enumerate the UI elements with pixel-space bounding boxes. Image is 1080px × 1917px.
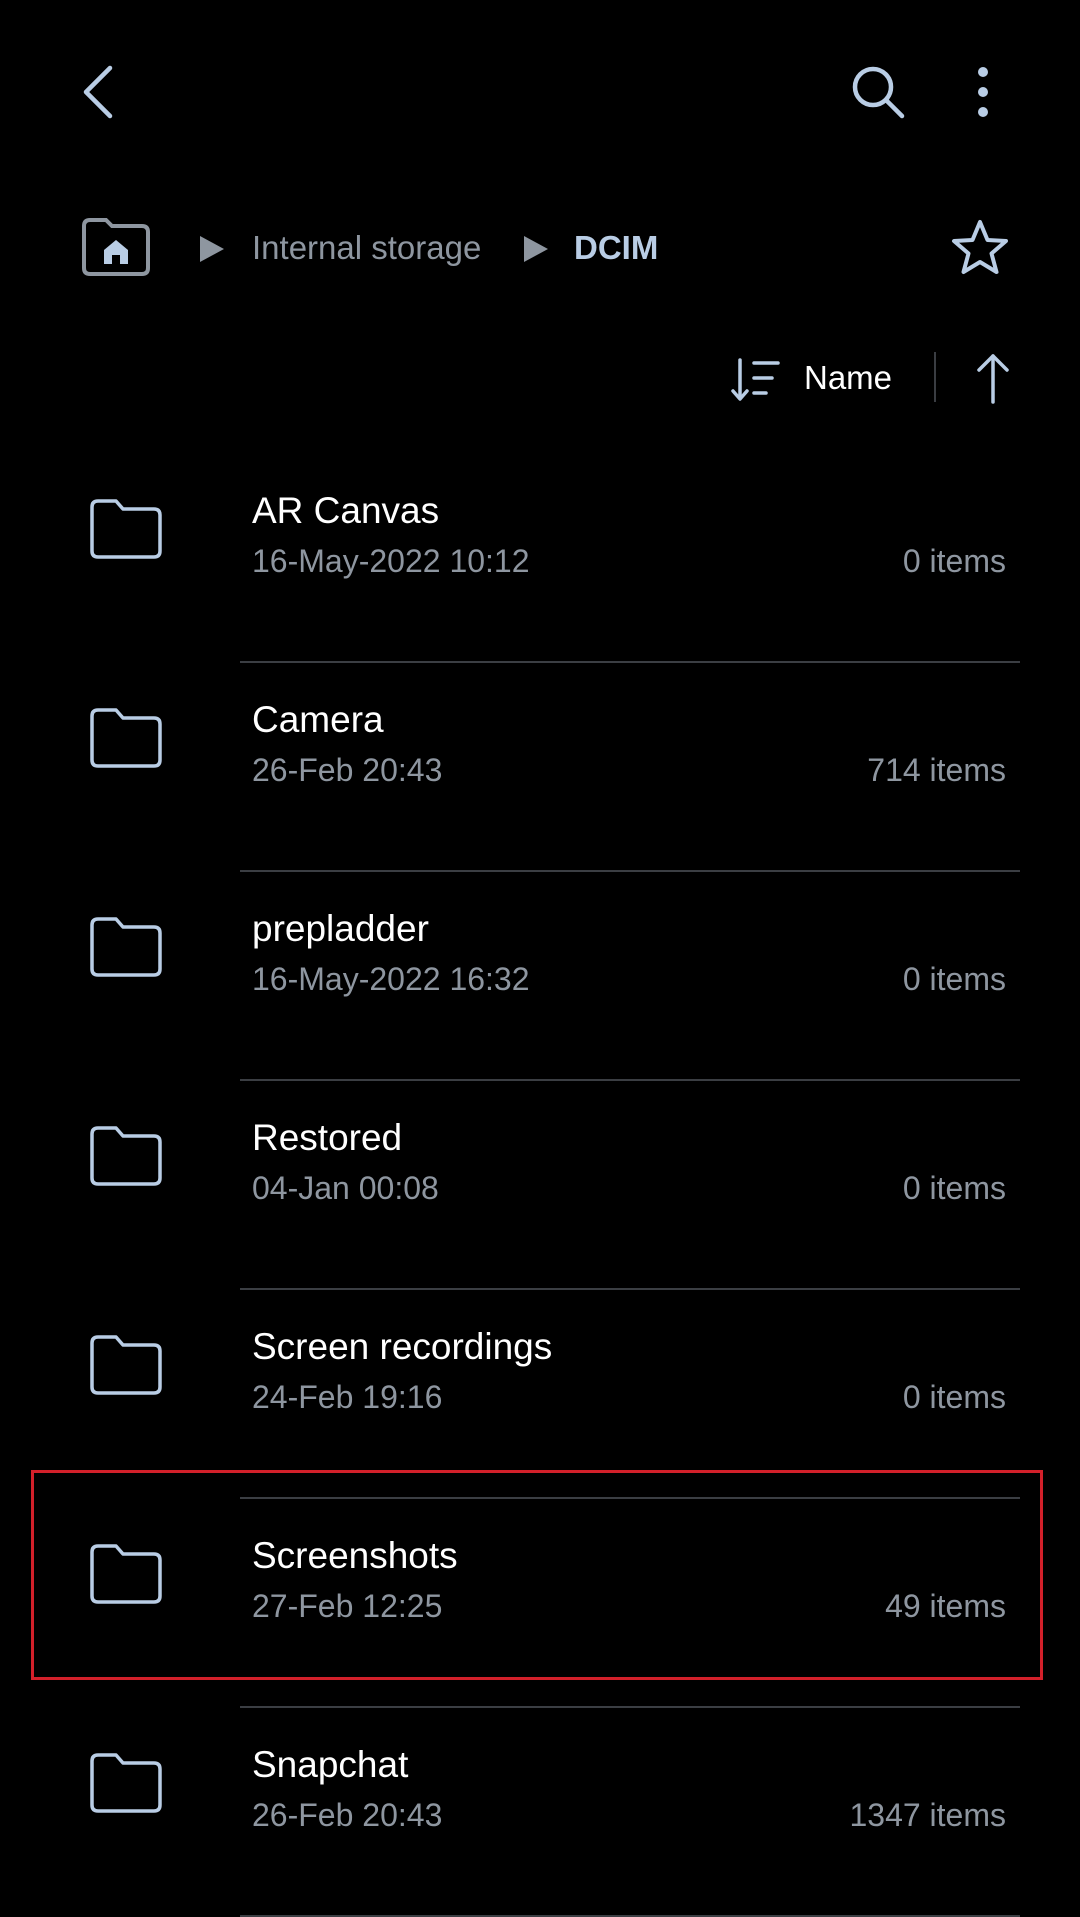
sort-direction-button[interactable] xyxy=(966,350,1020,410)
arrow-up-icon xyxy=(977,354,1009,404)
breadcrumb-internal-storage[interactable]: Internal storage xyxy=(252,228,481,268)
folder-item-count: 0 items xyxy=(902,543,1006,579)
folder-item-count: 0 items xyxy=(902,961,1006,997)
divider xyxy=(240,1079,1020,1081)
more-vertical-icon xyxy=(978,67,988,117)
folder-name: prepladder xyxy=(252,908,429,949)
search-icon xyxy=(852,66,905,119)
back-button[interactable] xyxy=(58,52,138,132)
folder-item-count: 714 items xyxy=(867,752,1006,788)
list-item[interactable]: Screenshots 27-Feb 12:25 49 items xyxy=(0,1500,1080,1708)
sort-label[interactable]: Name xyxy=(804,358,892,398)
divider xyxy=(240,1497,1020,1499)
favorite-button[interactable] xyxy=(946,216,1014,284)
divider xyxy=(240,1706,1020,1708)
folder-icon xyxy=(90,1544,162,1604)
search-button[interactable] xyxy=(838,52,918,132)
list-item[interactable]: Camera 26-Feb 20:43 714 items xyxy=(0,664,1080,872)
breadcrumb-separator-icon xyxy=(524,236,548,262)
home-button[interactable] xyxy=(78,216,154,278)
folder-name: Restored xyxy=(252,1117,403,1158)
breadcrumb-separator-icon xyxy=(200,236,224,262)
folder-name: AR Canvas xyxy=(252,490,440,531)
more-options-button[interactable] xyxy=(950,52,1016,132)
folder-icon xyxy=(90,1126,162,1186)
list-item[interactable]: Snapchat 26-Feb 20:43 1347 items xyxy=(0,1709,1080,1917)
list-item[interactable]: AR Canvas 16-May-2022 10:12 0 items xyxy=(0,455,1080,663)
divider xyxy=(240,661,1020,663)
folder-name: Camera xyxy=(252,699,384,740)
folder-date: 24-Feb 19:16 xyxy=(252,1379,443,1415)
folder-item-count: 0 items xyxy=(902,1379,1006,1415)
sort-divider xyxy=(934,352,936,402)
folder-date: 04-Jan 00:08 xyxy=(252,1170,439,1206)
breadcrumb-dcim[interactable]: DCIM xyxy=(574,228,658,268)
folder-date: 27-Feb 12:25 xyxy=(252,1588,443,1624)
sort-icon xyxy=(731,358,780,401)
divider xyxy=(240,870,1020,872)
app-bar xyxy=(0,0,1080,180)
folder-item-count: 49 items xyxy=(885,1588,1006,1624)
folder-date: 26-Feb 20:43 xyxy=(252,752,443,788)
folder-item-count: 0 items xyxy=(902,1170,1006,1206)
folder-name: Screen recordings xyxy=(252,1326,553,1367)
folder-icon xyxy=(90,1753,162,1813)
folder-date: 26-Feb 20:43 xyxy=(252,1797,443,1833)
sort-button[interactable] xyxy=(730,354,782,406)
folder-icon xyxy=(90,708,162,768)
folder-item-count: 1347 items xyxy=(849,1797,1006,1833)
folder-icon xyxy=(90,1335,162,1395)
list-item[interactable]: prepladder 16-May-2022 16:32 0 items xyxy=(0,873,1080,1081)
folder-name: Snapchat xyxy=(252,1744,409,1785)
home-folder-icon xyxy=(82,218,150,276)
star-icon xyxy=(952,220,1008,274)
list-item[interactable]: Restored 04-Jan 00:08 0 items xyxy=(0,1082,1080,1290)
folder-date: 16-May-2022 16:32 xyxy=(252,961,530,997)
list-item[interactable]: Screen recordings 24-Feb 19:16 0 items xyxy=(0,1291,1080,1499)
folder-icon xyxy=(90,499,162,559)
folder-icon xyxy=(90,917,162,977)
folder-name: Screenshots xyxy=(252,1535,458,1576)
folder-date: 16-May-2022 10:12 xyxy=(252,543,530,579)
chevron-left-icon xyxy=(83,65,113,119)
divider xyxy=(240,1288,1020,1290)
